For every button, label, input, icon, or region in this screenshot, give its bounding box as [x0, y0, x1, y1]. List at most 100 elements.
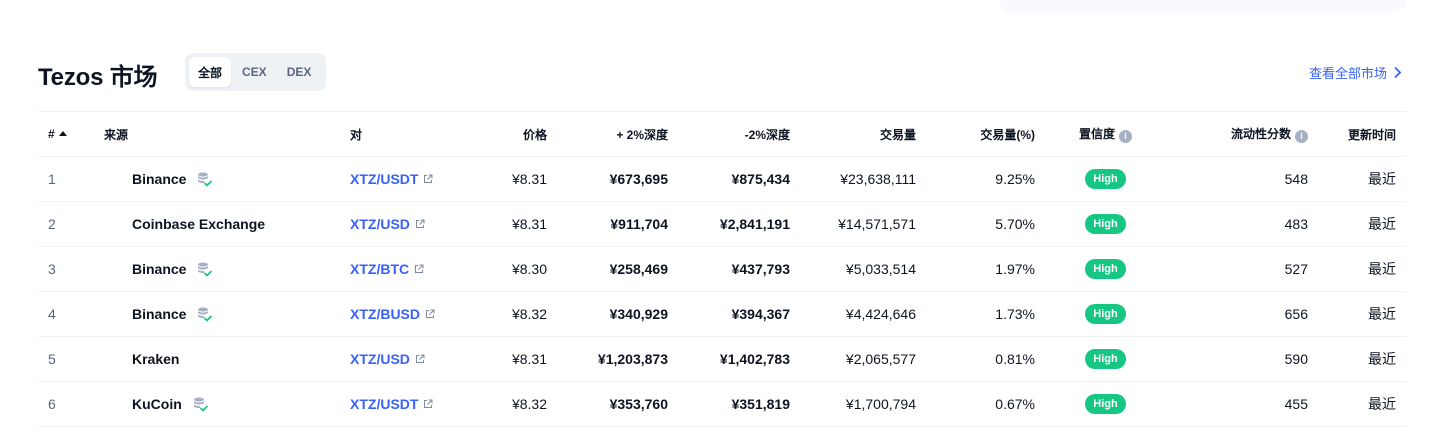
row-updated: 最近: [1318, 291, 1406, 337]
row-depth-plus: ¥673,695: [557, 156, 678, 202]
exchange-name: Binance: [132, 306, 187, 322]
exchange-link[interactable]: Binance: [104, 171, 330, 187]
row-source-cell: Binance: [94, 156, 340, 202]
col-confidence[interactable]: 置信度 i: [1045, 112, 1166, 157]
row-volume-pct: 1.73%: [926, 291, 1045, 337]
col-rank[interactable]: #: [38, 112, 94, 157]
col-source[interactable]: 来源: [94, 112, 340, 157]
col-pair[interactable]: 对: [340, 112, 472, 157]
row-volume: ¥23,638,111: [800, 156, 926, 202]
tab-cex[interactable]: CEX: [233, 57, 276, 87]
external-link-icon: [415, 264, 424, 273]
row-confidence-cell: High: [1045, 201, 1166, 247]
row-depth-minus: ¥1,402,783: [678, 336, 800, 382]
certified-exchange-icon: [198, 172, 213, 187]
row-liquidity: 656: [1166, 291, 1318, 337]
row-price: ¥8.31: [472, 336, 557, 382]
chevron-right-icon: [1394, 66, 1402, 79]
external-link-icon: [426, 309, 435, 318]
row-volume-pct: 5.70%: [926, 201, 1045, 247]
confidence-badge: High: [1085, 349, 1126, 369]
row-volume: ¥5,033,514: [800, 246, 926, 292]
pair-link[interactable]: XTZ/USD: [350, 351, 425, 367]
table-row[interactable]: 2 Coinbase Exchange XTZ/USD ¥8.31 ¥911,704 ¥2…: [38, 201, 1406, 247]
certified-exchange-icon: [198, 262, 213, 277]
certified-exchange-icon: [198, 307, 213, 322]
row-liquidity: 483: [1166, 201, 1318, 247]
exchange-link[interactable]: Coinbase Exchange: [104, 216, 330, 232]
row-depth-minus: ¥437,793: [678, 246, 800, 292]
row-liquidity: 527: [1166, 246, 1318, 292]
pair-label: XTZ/USD: [350, 216, 410, 232]
row-price: ¥8.31: [472, 201, 557, 247]
confidence-badge: High: [1085, 259, 1126, 279]
col-depth-plus[interactable]: + 2%深度: [557, 112, 678, 157]
row-confidence-cell: High: [1045, 336, 1166, 382]
row-updated: 最近: [1318, 156, 1406, 202]
row-depth-plus: ¥353,760: [557, 381, 678, 427]
row-volume-pct: 0.67%: [926, 381, 1045, 427]
exchange-name: Binance: [132, 261, 187, 277]
row-updated: 最近: [1318, 381, 1406, 427]
col-volume[interactable]: 交易量: [800, 112, 926, 157]
market-type-tabs: 全部 CEX DEX: [185, 53, 326, 91]
row-volume: ¥1,700,794: [800, 381, 926, 427]
row-pair-cell: XTZ/BTC: [340, 246, 472, 292]
tab-dex[interactable]: DEX: [278, 57, 321, 87]
table-row[interactable]: 4 Binance XTZ/BUSD ¥8.32 ¥340,929 ¥394,367 ¥4,…: [38, 291, 1406, 337]
row-updated: 最近: [1318, 336, 1406, 382]
pair-link[interactable]: XTZ/USDT: [350, 171, 433, 187]
confidence-badge: High: [1085, 214, 1126, 234]
row-confidence-cell: High: [1045, 291, 1166, 337]
col-liquidity[interactable]: 流动性分数 i: [1166, 112, 1318, 157]
row-confidence-cell: High: [1045, 156, 1166, 202]
row-rank: 4: [38, 291, 94, 337]
tab-all[interactable]: 全部: [189, 57, 232, 87]
row-pair-cell: XTZ/USDT: [340, 381, 472, 427]
exchange-link[interactable]: Binance: [104, 261, 330, 277]
row-source-cell: Kraken: [94, 336, 340, 382]
row-depth-plus: ¥1,203,873: [557, 336, 678, 382]
row-depth-minus: ¥394,367: [678, 291, 800, 337]
row-source-cell: Binance: [94, 291, 340, 337]
row-pair-cell: XTZ/USD: [340, 336, 472, 382]
page-title: Tezos 市场: [38, 64, 158, 91]
pair-link[interactable]: XTZ/USD: [350, 216, 425, 232]
table-row[interactable]: 3 Binance XTZ/BTC ¥8.30 ¥258,469 ¥437,793 ¥5,0…: [38, 246, 1406, 292]
top-card: [999, 0, 1407, 13]
row-source-cell: KuCoin: [94, 381, 340, 427]
row-rank: 1: [38, 156, 94, 202]
exchange-link[interactable]: Kraken: [104, 351, 330, 367]
view-all-markets-link[interactable]: 查看全部市场: [1309, 63, 1402, 82]
row-price: ¥8.31: [472, 156, 557, 202]
table-row[interactable]: 6 KuCoin XTZ/USDT ¥8.32 ¥353,760 ¥351,819 ¥1,7…: [38, 381, 1406, 427]
col-volume-pct[interactable]: 交易量(%): [926, 112, 1045, 157]
col-price[interactable]: 价格: [472, 112, 557, 157]
info-icon[interactable]: i: [1119, 129, 1132, 143]
pair-link[interactable]: XTZ/BTC: [350, 261, 424, 277]
external-link-icon: [415, 354, 425, 363]
markets-table: # 来源 对 价格 + 2%深度 -2%深度 交易量 交易量(%) 置信度 i 流…: [38, 111, 1406, 427]
table-row[interactable]: 1 Binance XTZ/USDT ¥8.31 ¥673,695 ¥875,434 ¥23…: [38, 156, 1406, 202]
exchange-name: Coinbase Exchange: [132, 216, 266, 232]
row-liquidity: 548: [1166, 156, 1318, 202]
external-link-icon: [424, 399, 433, 408]
exchange-link[interactable]: KuCoin: [104, 396, 330, 412]
col-depth-minus[interactable]: -2%深度: [678, 112, 800, 157]
view-all-label: 查看全部市场: [1308, 66, 1387, 81]
pair-link[interactable]: XTZ/USDT: [350, 396, 433, 412]
col-updated[interactable]: 更新时间: [1318, 112, 1406, 157]
table-row[interactable]: 5 Kraken XTZ/USD ¥8.31 ¥1,203,873 ¥1,402,783 ¥…: [38, 336, 1406, 382]
pair-link[interactable]: XTZ/BUSD: [350, 306, 435, 322]
row-price: ¥8.30: [472, 246, 557, 292]
exchange-link[interactable]: Binance: [104, 306, 330, 322]
row-price: ¥8.32: [472, 381, 557, 427]
row-confidence-cell: High: [1045, 381, 1166, 427]
row-pair-cell: XTZ/USDT: [340, 156, 472, 202]
external-link-icon: [415, 219, 425, 228]
info-icon[interactable]: i: [1295, 129, 1308, 143]
row-depth-plus: ¥258,469: [557, 246, 678, 292]
confidence-badge: High: [1085, 169, 1126, 189]
external-link-icon: [424, 174, 433, 183]
row-depth-minus: ¥2,841,191: [678, 201, 800, 247]
